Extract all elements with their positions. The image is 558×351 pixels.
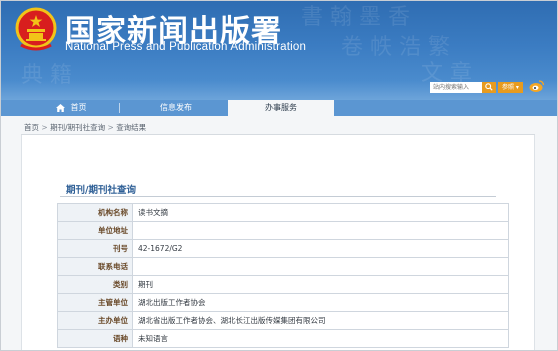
breadcrumb: 首页 > 期刊/期刊社查询 > 查询结果 (24, 122, 146, 133)
table-row: 单位地址 (57, 221, 509, 240)
breadcrumb-separator: > (107, 123, 114, 132)
row-label: 刊号 (57, 239, 133, 258)
row-value: 42-1672/G2 (132, 239, 509, 258)
weibo-icon[interactable] (529, 79, 545, 93)
row-label: 语种 (57, 329, 133, 348)
breadcrumb-home[interactable]: 首页 (24, 123, 39, 132)
row-value (132, 257, 509, 276)
row-label: 联系电话 (57, 257, 133, 276)
table-row: 主办单位 湖北省出版工作者协会、湖北长江出版传媒集团有限公司 (57, 311, 509, 330)
table-row: 主管单位 湖北出版工作者协会 (57, 293, 509, 312)
search-icon (485, 83, 493, 91)
content-panel: 期刊/期刊社查询 机构名称 读书文摘 单位地址 刊号 42-1672/G2 联系… (21, 135, 535, 350)
row-value: 湖北出版工作者协会 (132, 293, 509, 312)
home-icon (55, 103, 65, 112)
search-scope-select[interactable]: 参照 ▾ (498, 81, 523, 93)
row-label: 机构名称 (57, 203, 133, 222)
table-row: 语种 未知语言 (57, 329, 509, 348)
page-frame: 書 翰 墨 香 卷 帙 浩 繁 文 章 典 籍 国家新闻出版署 National… (0, 0, 558, 351)
row-value: 读书文摘 (132, 203, 509, 222)
row-value (132, 221, 509, 240)
site-title-en: National Press and Publication Administr… (65, 41, 307, 53)
search-scope-label: 参照 (502, 83, 515, 91)
row-value: 未知语言 (132, 329, 509, 348)
result-table: 机构名称 读书文摘 单位地址 刊号 42-1672/G2 联系电话 类别 期刊 … (57, 203, 509, 348)
national-emblem-icon (15, 7, 57, 51)
search-button[interactable] (482, 81, 496, 93)
table-row: 类别 期刊 (57, 275, 509, 294)
row-value: 湖北省出版工作者协会、湖北长江出版传媒集团有限公司 (132, 311, 509, 330)
site-header: 書 翰 墨 香 卷 帙 浩 繁 文 章 典 籍 国家新闻出版署 National… (1, 1, 557, 100)
row-label: 主办单位 (57, 311, 133, 330)
table-row: 刊号 42-1672/G2 (57, 239, 509, 258)
row-value: 期刊 (132, 275, 509, 294)
nav-item-services[interactable]: 办事服务 (228, 100, 334, 116)
nav-item-label: 首页 (70, 103, 87, 112)
row-label: 类别 (57, 275, 133, 294)
breadcrumb-journal-query[interactable]: 期刊/期刊社查询 (50, 123, 105, 132)
breadcrumb-separator: > (41, 123, 48, 132)
nav-item-home[interactable]: 首页 (41, 100, 101, 116)
table-row: 机构名称 读书文摘 (57, 203, 509, 222)
panel-title-rule (60, 196, 496, 197)
main-nav: 首页 信息发布 办事服务 (1, 100, 557, 116)
row-label: 单位地址 (57, 221, 133, 240)
search-bar: 参照 ▾ (430, 81, 523, 93)
panel-title: 期刊/期刊社查询 (66, 185, 136, 196)
nav-divider (119, 103, 120, 113)
row-label: 主管单位 (57, 293, 133, 312)
search-input[interactable] (430, 81, 482, 93)
breadcrumb-current: 查询结果 (116, 123, 147, 132)
nav-item-info[interactable]: 信息发布 (141, 100, 211, 116)
table-row: 联系电话 (57, 257, 509, 276)
